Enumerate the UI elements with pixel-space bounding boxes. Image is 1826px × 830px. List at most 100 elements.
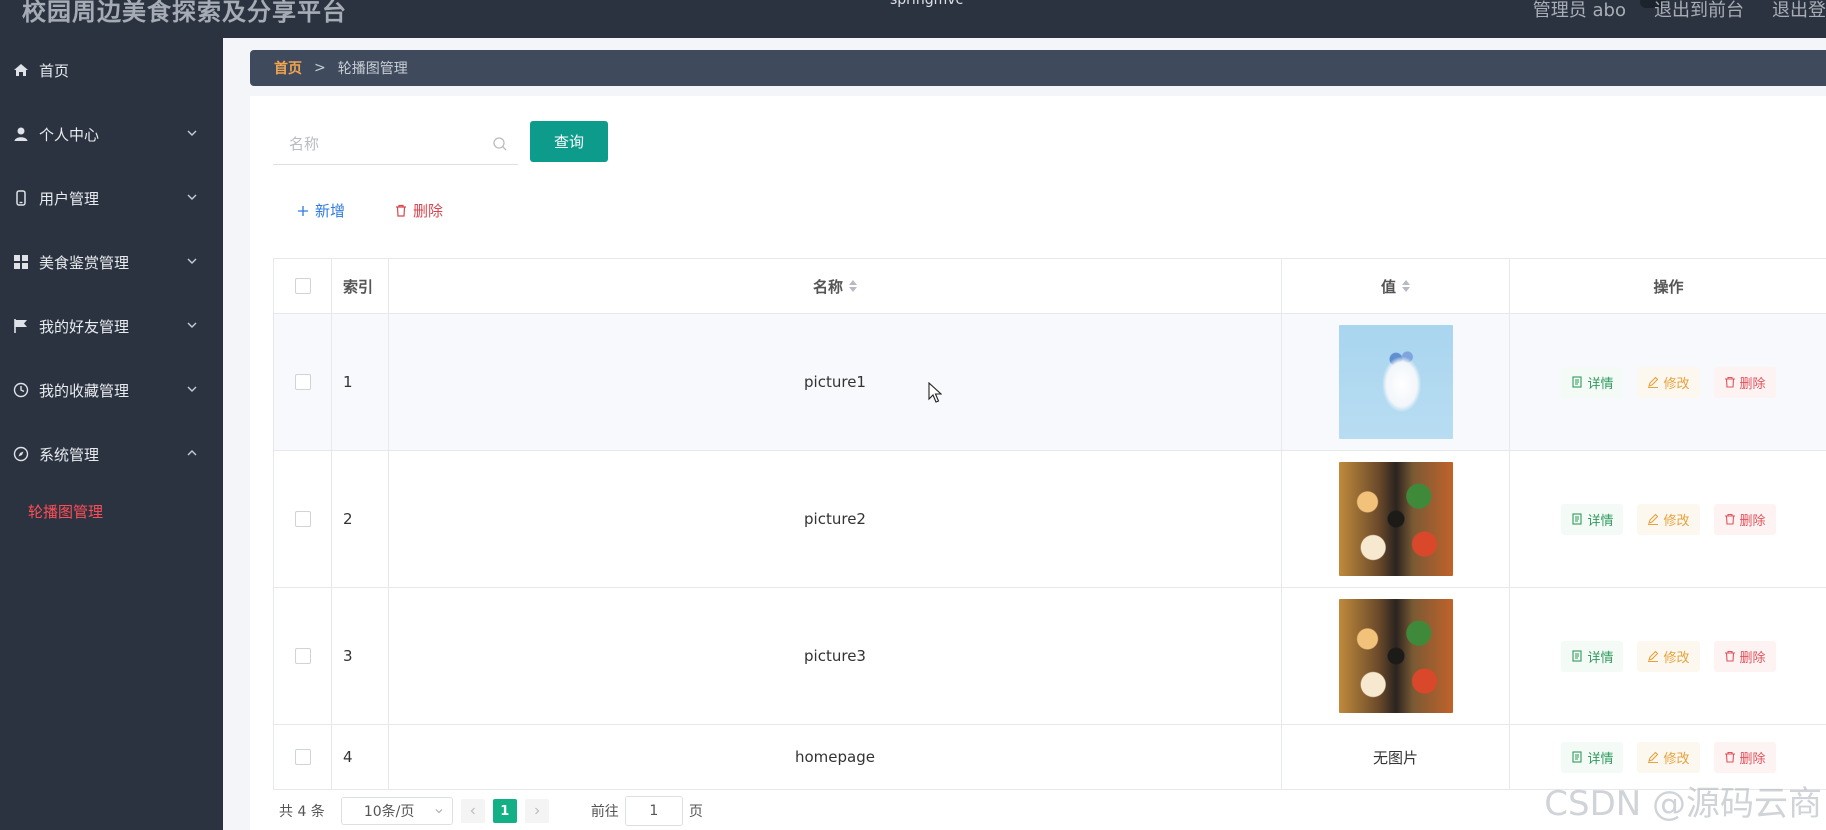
- document-icon: [1572, 751, 1583, 763]
- search-box: [273, 124, 518, 165]
- header-name-sortable[interactable]: 名称: [389, 259, 1282, 313]
- edit-button[interactable]: 修改: [1637, 503, 1700, 535]
- pagination: 共 4 条 10条/页 1 前往 页: [279, 796, 703, 826]
- edit-button[interactable]: 修改: [1637, 640, 1700, 672]
- row-name: picture1: [804, 373, 866, 391]
- row-name: homepage: [795, 748, 875, 766]
- clock-icon: [12, 381, 30, 399]
- sort-icon: [1402, 280, 1410, 292]
- sidebar-item-label: 系统管理: [39, 445, 100, 464]
- document-icon: [1572, 376, 1583, 388]
- sidebar-item-friends[interactable]: 我的好友管理: [0, 294, 223, 358]
- page-size-select[interactable]: 10条/页: [340, 797, 453, 825]
- home-icon: [12, 61, 30, 79]
- detail-button[interactable]: 详情: [1561, 366, 1624, 398]
- main-panel: 查询 新增 删除 索引 名称 值 操作 1 picture1: [250, 96, 1826, 830]
- no-image-text: 无图片: [1372, 748, 1418, 767]
- compass-icon: [12, 445, 30, 463]
- top-center-text: springmvc: [890, 0, 964, 8]
- table-row: 3 picture3 详情 修改 删除: [274, 588, 1826, 725]
- user-icon: [12, 125, 30, 143]
- delete-label: 删除: [1739, 650, 1766, 666]
- sidebar-item-label: 首页: [39, 61, 70, 80]
- chevron-down-icon: [187, 258, 197, 264]
- chevron-right-icon: [534, 807, 540, 815]
- row-checkbox[interactable]: [294, 374, 311, 390]
- delete-button[interactable]: 删除: [1713, 741, 1776, 773]
- detail-label: 详情: [1587, 376, 1614, 392]
- row-index: 3: [343, 647, 353, 665]
- trash-icon: [1724, 650, 1735, 662]
- add-button[interactable]: 新增: [297, 200, 345, 221]
- detail-label: 详情: [1587, 751, 1614, 767]
- carousel-thumbnail[interactable]: [1338, 462, 1453, 576]
- logout-link[interactable]: 退出登: [1772, 0, 1826, 24]
- edit-icon: [1648, 376, 1659, 388]
- search-input[interactable]: [273, 124, 491, 164]
- header-index: 索引: [343, 277, 374, 296]
- breadcrumb: 首页 > 轮播图管理: [250, 50, 1826, 86]
- edit-label: 修改: [1663, 513, 1690, 529]
- sidebar-subitem-carousel[interactable]: 轮播图管理: [0, 486, 223, 538]
- carousel-thumbnail[interactable]: [1338, 325, 1453, 439]
- trash-icon: [396, 204, 406, 217]
- admin-user-label: 管理员 abo: [1532, 0, 1626, 21]
- page-size-value: 10条/页: [363, 804, 415, 820]
- delete-label: 删除: [1739, 376, 1766, 392]
- edit-label: 修改: [1663, 376, 1690, 392]
- row-checkbox[interactable]: [294, 648, 311, 664]
- sidebar-item-label: 个人中心: [39, 125, 100, 144]
- sidebar-item-label: 我的收藏管理: [39, 381, 130, 400]
- sort-icon: [849, 280, 857, 292]
- header-value-sortable[interactable]: 值: [1282, 259, 1510, 313]
- row-name: picture2: [804, 510, 866, 528]
- sidebar-item-favorites[interactable]: 我的收藏管理: [0, 358, 223, 422]
- sidebar-item-label: 我的好友管理: [39, 317, 130, 336]
- breadcrumb-home[interactable]: 首页: [274, 58, 302, 78]
- carousel-thumbnail[interactable]: [1338, 599, 1453, 713]
- detail-button[interactable]: 详情: [1561, 741, 1624, 773]
- header-ops: 操作: [1653, 277, 1684, 296]
- detail-button[interactable]: 详情: [1561, 640, 1624, 672]
- page-number-button[interactable]: 1: [492, 799, 517, 823]
- prev-page-button[interactable]: [460, 799, 485, 823]
- sidebar-item-food-review[interactable]: 美食鉴赏管理: [0, 230, 223, 294]
- row-index: 1: [343, 373, 353, 391]
- goto-page-input[interactable]: [624, 796, 683, 826]
- sidebar-item-label: 美食鉴赏管理: [39, 253, 130, 272]
- table-row: 1 picture1 详情 修改 删除: [274, 314, 1826, 451]
- edit-button[interactable]: 修改: [1637, 741, 1700, 773]
- chevron-left-icon: [470, 807, 475, 815]
- goto-label: 前往: [590, 804, 619, 820]
- carousel-table: 索引 名称 值 操作 1 picture1 详情 修改 删除 2 picture…: [273, 258, 1826, 790]
- next-page-button[interactable]: [524, 799, 549, 823]
- exit-to-front-link[interactable]: 退出到前台: [1654, 0, 1744, 24]
- delete-button[interactable]: 删除: [1713, 640, 1776, 672]
- top-bar: 校园周边美食探索及分享平台 springmvc 管理员 abo 退出到前台 退出…: [0, 0, 1826, 38]
- trash-icon: [1724, 751, 1735, 763]
- grid-icon: [12, 253, 30, 271]
- batch-delete-button[interactable]: 删除: [395, 200, 443, 221]
- breadcrumb-separator: >: [314, 60, 326, 76]
- table-row: 2 picture2 详情 修改 删除: [274, 451, 1826, 588]
- sidebar-item-personal-center[interactable]: 个人中心: [0, 102, 223, 166]
- delete-label: 删除: [1739, 513, 1766, 529]
- detail-button[interactable]: 详情: [1561, 503, 1624, 535]
- delete-label: 删除: [413, 202, 444, 220]
- sidebar-item-system[interactable]: 系统管理: [0, 422, 223, 486]
- sidebar-item-user-management[interactable]: 用户管理: [0, 166, 223, 230]
- row-checkbox[interactable]: [294, 511, 311, 527]
- chevron-down-icon: [187, 194, 197, 200]
- document-icon: [1572, 650, 1583, 662]
- row-checkbox[interactable]: [294, 749, 311, 765]
- row-index: 4: [343, 748, 353, 766]
- sidebar-item-home[interactable]: 首页: [0, 38, 223, 102]
- app-title: 校园周边美食探索及分享平台: [22, 0, 347, 26]
- edit-label: 修改: [1663, 751, 1690, 767]
- delete-button[interactable]: 删除: [1713, 503, 1776, 535]
- query-button[interactable]: 查询: [530, 121, 608, 162]
- edit-button[interactable]: 修改: [1637, 366, 1700, 398]
- document-icon: [1572, 513, 1583, 525]
- select-all-checkbox[interactable]: [294, 278, 311, 294]
- delete-button[interactable]: 删除: [1713, 366, 1776, 398]
